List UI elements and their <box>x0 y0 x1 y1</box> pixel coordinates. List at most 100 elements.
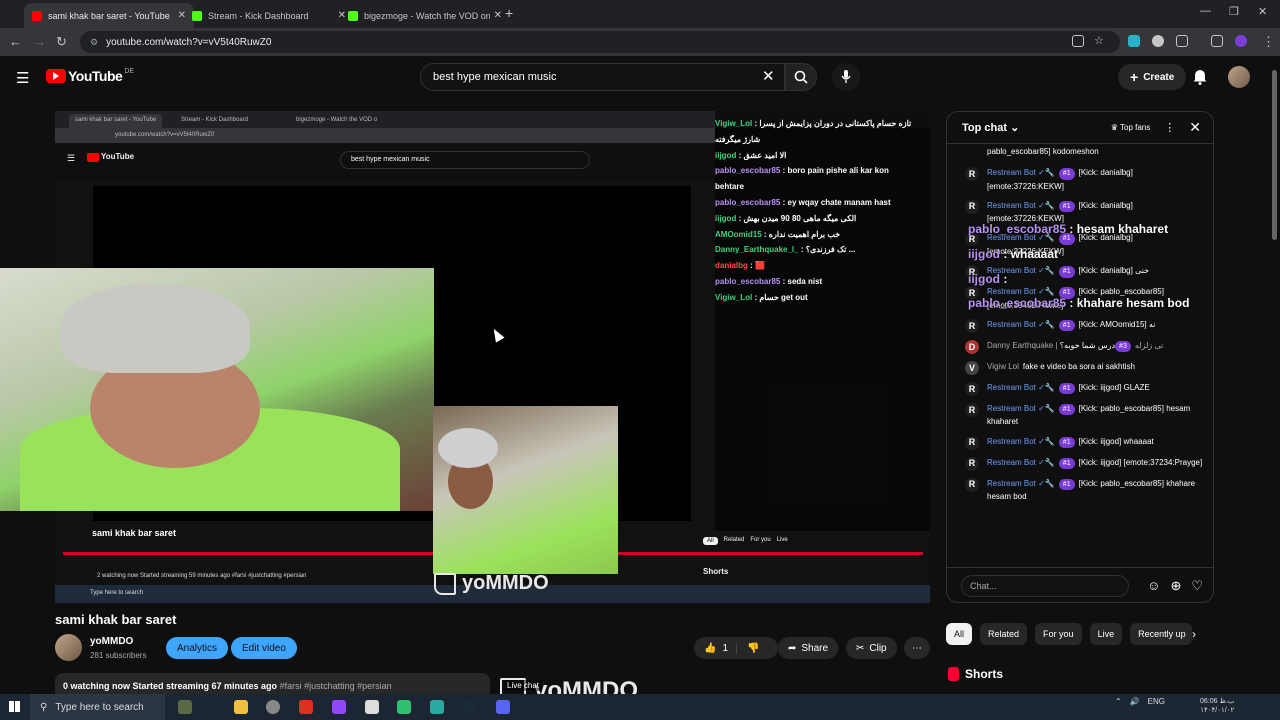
new-tab-button[interactable]: + <box>505 5 513 21</box>
chat-message: R Restream Bot ✓🔧 #1 [Kick: iijgod] [emote:… <box>965 456 1213 471</box>
taskbar-search[interactable]: ⚲ Type here to search <box>30 694 165 720</box>
site-info-icon[interactable]: ⚙ <box>90 37 98 48</box>
discord-icon[interactable] <box>496 700 510 714</box>
forward-icon[interactable]: → <box>33 34 46 49</box>
like-button[interactable]: 👍 1 <box>694 642 738 654</box>
reading-list-icon[interactable] <box>1211 35 1223 47</box>
bookmark-star-icon[interactable]: ☆ <box>1094 34 1104 47</box>
chat-text: [Kick: iijgod] [emote:37234:Prayge] <box>1078 457 1203 467</box>
volume-icon[interactable]: 🔊 <box>1130 697 1140 706</box>
chip-live[interactable]: Live <box>1089 623 1123 645</box>
stream-overlay-caption: iijgod : <box>968 272 1008 286</box>
top-fan-badge: #3 <box>1115 340 1131 353</box>
chat-author[interactable]: Restream Bot ✓🔧 <box>987 168 1055 177</box>
search-button[interactable] <box>785 63 817 91</box>
chat-message: R Restream Bot ✓🔧 #1 [Kick: pablo_escobar85… <box>965 402 1213 429</box>
taskview-icon[interactable] <box>178 700 192 714</box>
shield-icon[interactable] <box>1152 35 1164 47</box>
app-icon[interactable] <box>299 700 313 714</box>
chip-for-you[interactable]: For you <box>1035 623 1082 645</box>
twitch-taskbar-icon[interactable] <box>332 700 346 714</box>
captured-youtube-icon <box>87 153 99 162</box>
watermark-text: yoMMDO <box>462 572 549 594</box>
top-fans-button[interactable]: ♛ Top fans <box>1111 123 1151 132</box>
clip-button[interactable]: ✂ Clip <box>846 637 897 659</box>
chat-author[interactable]: Restream Bot ✓🔧 <box>987 201 1055 210</box>
chat-author[interactable]: Restream Bot ✓🔧 <box>987 320 1055 329</box>
chat-author[interactable]: Restream Bot ✓🔧 <box>987 458 1055 467</box>
create-button[interactable]: + Create <box>1118 64 1187 90</box>
notepad-icon[interactable] <box>365 700 379 714</box>
browser-tab-kick-dashboard[interactable]: Stream - Kick Dashboard ✕ <box>184 3 354 28</box>
maximize-button[interactable]: ❐ <box>1229 5 1239 18</box>
stream-watermark: yoMMDO <box>434 572 549 595</box>
chrome-taskbar-icon[interactable] <box>266 700 280 714</box>
edit-video-button[interactable]: Edit video <box>231 637 297 659</box>
search-input[interactable]: best hype mexican music <box>420 63 785 91</box>
chat-avatar: V <box>965 360 979 375</box>
install-app-icon[interactable] <box>1072 35 1084 47</box>
language-indicator[interactable]: ENG <box>1148 697 1165 706</box>
chat-author[interactable]: Restream Bot ✓🔧 <box>987 383 1055 392</box>
add-icon[interactable]: ⊕ <box>1170 578 1181 594</box>
chat-input[interactable]: Chat... <box>961 574 1130 597</box>
close-icon[interactable]: ✕ <box>494 10 502 21</box>
file-explorer-icon[interactable] <box>234 700 248 714</box>
browser-tab-kick-vod[interactable]: bigezmoge - Watch the VOD on ✕ <box>340 3 510 28</box>
puzzle-icon[interactable] <box>1176 35 1188 47</box>
shorts-label: Shorts <box>965 667 1004 681</box>
emoji-icon[interactable]: ☺ <box>1147 578 1160 593</box>
analytics-button[interactable]: Analytics <box>166 637 229 659</box>
captured-video-meta: 2 watching now Started streaming 59 minu… <box>97 573 307 579</box>
tab-title: Stream - Kick Dashboard <box>208 10 309 21</box>
share-button[interactable]: ➦ Share <box>778 637 839 659</box>
top-fan-badge: #1 <box>1058 478 1075 491</box>
voice-search-button[interactable] <box>832 63 860 91</box>
chat-author[interactable]: Restream Bot ✓🔧 <box>987 479 1055 488</box>
top-fan-badge: #1 <box>1058 200 1075 213</box>
country-code: DE <box>124 68 135 75</box>
profile-avatar[interactable] <box>1235 35 1247 47</box>
address-bar[interactable]: ⚙ youtube.com/watch?v=vV5t40RuwZ0 <box>80 31 1120 53</box>
windows-start-icon[interactable] <box>9 701 20 712</box>
dislike-button[interactable]: 👎 <box>737 643 769 654</box>
chrome-menu-icon[interactable]: ⋮ <box>1262 34 1275 50</box>
chat-author[interactable]: Restream Bot ✓🔧 <box>987 404 1055 413</box>
clear-search-icon[interactable]: ✕ <box>762 67 775 85</box>
hamburger-menu-icon[interactable]: ☰ <box>16 69 29 87</box>
app-icon[interactable] <box>430 700 444 714</box>
window-close-button[interactable]: ✕ <box>1258 5 1267 18</box>
top-chat-dropdown[interactable]: Top chat ⌄ <box>962 121 1111 134</box>
chip-all[interactable]: All <box>946 623 973 645</box>
more-actions-button[interactable]: ⋯ <box>904 637 930 659</box>
extension-icon[interactable] <box>1128 35 1140 47</box>
chip-recently-uploaded[interactable]: Recently up <box>1130 623 1193 645</box>
chip-related[interactable]: Related <box>980 623 1028 645</box>
channel-avatar[interactable] <box>55 634 82 661</box>
account-avatar[interactable] <box>1228 66 1250 88</box>
browser-tab-youtube[interactable]: sami khak bar saret - YouTube ✕ <box>24 3 194 28</box>
close-chat-icon[interactable]: ✕ <box>1189 119 1201 136</box>
obs-icon[interactable] <box>397 700 411 714</box>
notifications-bell-icon[interactable] <box>1192 68 1208 85</box>
back-icon[interactable]: ← <box>9 34 22 49</box>
like-count: 1 <box>722 642 729 654</box>
youtube-logo[interactable]: YouTube DE <box>46 68 134 84</box>
reload-icon[interactable]: ↻ <box>56 34 67 50</box>
chat-menu-icon[interactable]: ⋮ <box>1164 121 1175 134</box>
chevron-right-icon[interactable]: › <box>1192 627 1196 641</box>
taskbar-clock[interactable]: 06:06 ب.ظ ۱۴۰۴/۰۱/۰۲ <box>1200 697 1234 715</box>
chat-avatar: R <box>965 318 979 333</box>
chevron-up-icon[interactable]: ⌃ <box>1115 697 1122 706</box>
overlay-chat-line: Danny_Earthquake_l_ : تک فرزندی؟ ... <box>715 245 856 255</box>
heart-icon[interactable]: ♡ <box>1191 578 1203 594</box>
chat-avatar: R <box>965 435 979 450</box>
chat-message-list[interactable]: pablo_escobar85] kodomeshon R Restream Bo… <box>947 145 1213 560</box>
page-scrollbar[interactable] <box>1272 70 1277 240</box>
chat-author[interactable]: Restream Bot ✓🔧 <box>987 287 1055 296</box>
chat-author[interactable]: Vigiw Lol <box>987 362 1019 371</box>
steam-icon[interactable] <box>462 700 476 714</box>
channel-name[interactable]: yoMMDO <box>90 636 133 647</box>
chat-author[interactable]: Restream Bot ✓🔧 <box>987 437 1055 446</box>
minimize-button[interactable]: — <box>1200 5 1211 17</box>
